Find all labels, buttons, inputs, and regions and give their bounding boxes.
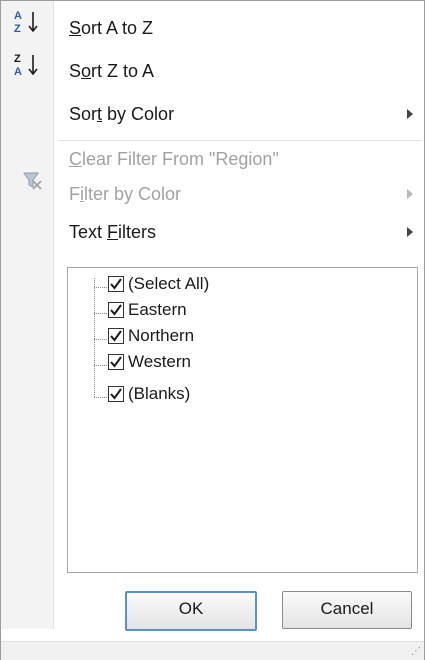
checkbox[interactable] [108, 354, 124, 370]
filter-values-list[interactable]: (Select All) Eastern Northern Western (B… [67, 267, 418, 573]
sort-z-to-a-label: Sort Z to A [69, 61, 155, 81]
menu-item-text-filters[interactable]: Text Filters [59, 213, 421, 251]
autofilter-dropdown-menu: A Z Sort A to Z Z A Sort Z to A Sort by … [0, 0, 425, 660]
sort-by-color-label: Sort by Color [69, 104, 175, 124]
select-all-checkbox[interactable] [108, 276, 124, 292]
svg-text:Z: Z [14, 23, 21, 35]
menu-item-filter-by-color[interactable]: Filter by Color [59, 175, 421, 213]
list-item-label: Northern [128, 326, 195, 345]
resize-grip-icon[interactable]: ⋰ [411, 646, 421, 657]
sort-descending-icon: Z A [11, 52, 41, 78]
list-item-label: (Select All) [128, 274, 210, 293]
checkbox[interactable] [108, 328, 124, 344]
list-item-select-all[interactable]: (Select All) [68, 274, 368, 298]
svg-text:A: A [14, 10, 22, 22]
text-filters-label: Text Filters [69, 222, 157, 242]
menu-item-sort-z-to-a[interactable]: Sort Z to A [59, 52, 421, 90]
icon-gutter [1, 1, 54, 629]
submenu-arrow-icon [407, 189, 413, 199]
resize-bar: ⋰ [1, 641, 424, 660]
sort-a-to-z-label: Sort A to Z [69, 18, 154, 38]
cancel-button[interactable]: Cancel [282, 591, 412, 629]
list-item[interactable]: Western [68, 352, 368, 376]
filter-by-color-label: Filter by Color [69, 184, 182, 204]
menu-item-clear-filter[interactable]: Clear Filter From "Region" [59, 140, 421, 178]
list-item-label: (Blanks) [128, 384, 191, 403]
clear-filter-icon [21, 169, 43, 191]
submenu-arrow-icon [407, 109, 413, 119]
ok-button[interactable]: OK [125, 591, 257, 631]
svg-text:Z: Z [14, 53, 21, 65]
menu-item-sort-by-color[interactable]: Sort by Color [59, 95, 421, 133]
list-item[interactable]: Eastern [68, 300, 368, 324]
list-item[interactable]: (Blanks) [68, 384, 368, 408]
list-item-label: Western [128, 352, 191, 371]
submenu-arrow-icon [407, 227, 413, 237]
clear-filter-label: Clear Filter From "Region" [69, 149, 279, 169]
menu-item-sort-a-to-z[interactable]: Sort A to Z [59, 9, 421, 47]
sort-ascending-icon: A Z [11, 9, 41, 35]
list-item-label: Eastern [128, 300, 187, 319]
list-item[interactable]: Northern [68, 326, 368, 350]
checkbox[interactable] [108, 302, 124, 318]
svg-text:A: A [14, 66, 22, 78]
checkbox[interactable] [108, 386, 124, 402]
